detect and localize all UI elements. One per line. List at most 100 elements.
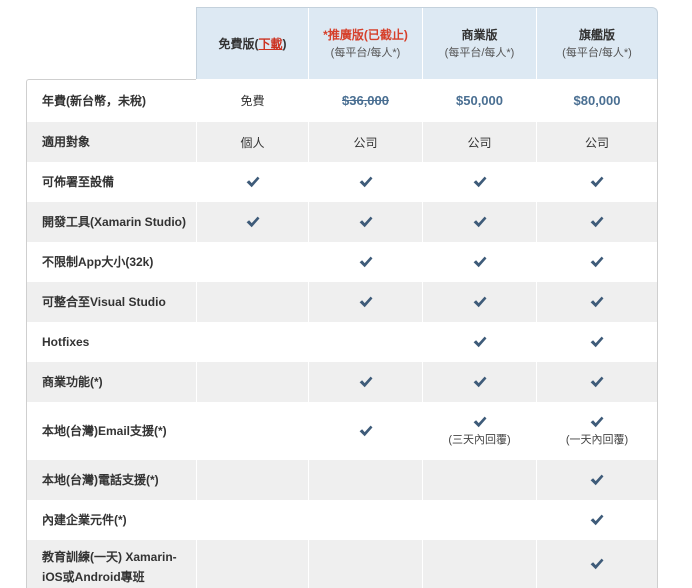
feature-row: 開發工具(Xamarin Studio): [26, 202, 658, 242]
feature-label-cell: 可整合至Visual Studio: [26, 282, 196, 322]
plan-cell-free: [196, 500, 308, 540]
response-note: (一天內回覆): [565, 433, 629, 446]
feature-label: 適用對象: [42, 135, 91, 149]
check-icon: [473, 416, 486, 427]
plan-cell-enterprise: [536, 322, 658, 362]
plan-cell-free: [196, 540, 308, 588]
plan-cell-business: [422, 500, 536, 540]
feature-row: 可佈署至設備: [26, 162, 658, 202]
check-icon: [590, 296, 604, 308]
plan-cell-enterprise: [536, 242, 658, 282]
plan-cell-business: [422, 322, 536, 362]
plan-cell-enterprise: [536, 282, 658, 322]
check-icon: [359, 425, 372, 437]
feature-label: 可佈署至設備: [42, 175, 115, 189]
check-icon: [359, 296, 372, 308]
check-icon: [359, 376, 372, 388]
plan-title-enterprise: 旗艦版: [578, 27, 615, 42]
plan-cell-enterprise: (一天內回覆): [536, 402, 658, 460]
check-icon: [590, 474, 604, 486]
download-link[interactable]: 下載: [258, 37, 282, 51]
check-icon: [590, 558, 604, 570]
plan-cell-free: 個人: [196, 122, 308, 162]
check-icon: [473, 256, 486, 268]
plan-cell-business: [422, 162, 536, 202]
plan-title-business: 商業版: [461, 27, 498, 42]
price-value: $80,000: [573, 93, 621, 108]
check-icon: [246, 216, 259, 228]
cell-text: 免費: [240, 94, 265, 108]
plan-cell-promo: [308, 242, 422, 282]
response-note: (三天內回覆): [448, 433, 511, 446]
feature-label-cell: 開發工具(Xamarin Studio): [26, 202, 196, 242]
feature-label: Hotfixes: [42, 335, 90, 349]
cell-text: 公司: [353, 135, 378, 150]
plan-cell-free: [196, 362, 308, 402]
check-icon: [590, 514, 604, 526]
check-icon: [359, 176, 372, 188]
plan-subtitle-business: (每平台/每人*): [444, 46, 515, 59]
plan-cell-promo: [308, 460, 422, 500]
cell-text: 個人: [240, 135, 265, 150]
check-icon: [359, 256, 372, 268]
feature-label-cell: 本地(台灣)電話支援(*): [26, 460, 196, 500]
plan-cell-promo: [308, 500, 422, 540]
feature-label-cell: 可佈署至設備: [26, 162, 196, 202]
plan-cell-enterprise: $80,000: [536, 79, 658, 122]
feature-label-cell: 內建企業元件(*): [26, 500, 196, 540]
plan-cell-promo: [308, 402, 422, 460]
plan-cell-enterprise: [536, 202, 658, 242]
check-icon: [473, 176, 486, 188]
plan-cell-business: [422, 362, 536, 402]
plan-cell-promo: [308, 322, 422, 362]
price-struck: $36,000: [342, 93, 389, 108]
feature-row: 年費(新台幣，未稅) 免費 $36,000 $50,000 $80,000: [26, 79, 658, 122]
plan-cell-enterprise: [536, 362, 658, 402]
plan-cell-promo: [308, 282, 422, 322]
plan-cell-enterprise: [536, 540, 658, 588]
feature-row: Hotfixes: [26, 322, 658, 362]
plan-cell-free: [196, 242, 308, 282]
feature-row: 適用對象 個人 公司 公司 公司: [26, 122, 658, 162]
feature-row: 教育訓練(一天) Xamarin-iOS或Android專班: [26, 540, 658, 588]
plan-cell-business: [422, 202, 536, 242]
plan-subtitle-promo: (每平台/每人*): [330, 46, 401, 59]
check-icon: [473, 376, 486, 388]
plan-cell-free: [196, 162, 308, 202]
feature-label: 商業功能(*): [42, 375, 103, 389]
feature-label-cell: 年費(新台幣，未稅): [26, 79, 196, 122]
feature-row: 可整合至Visual Studio: [26, 282, 658, 322]
plan-cell-promo: [308, 202, 422, 242]
plan-cell-enterprise: [536, 162, 658, 202]
plan-cell-promo: [308, 540, 422, 588]
plan-title-free-close: ): [282, 36, 287, 51]
feature-table: 年費(新台幣，未稅) 免費 $36,000 $50,000 $80,000 適用對象 個人 公…: [26, 79, 658, 588]
feature-label: 教育訓練(一天) Xamarin-iOS或Android專班: [42, 550, 177, 584]
plan-title-free: 免費版(下載): [218, 36, 286, 52]
check-icon: [590, 376, 604, 388]
plan-header-enterprise: 旗艦版 (每平台/每人*): [536, 8, 657, 79]
check-icon: [590, 416, 604, 427]
check-icon: [590, 256, 604, 268]
feature-label-cell: 適用對象: [26, 122, 196, 162]
plan-header-business: 商業版 (每平台/每人*): [422, 8, 536, 79]
plan-cell-free: [196, 402, 308, 460]
plan-cell-business: $50,000: [422, 79, 536, 122]
plan-header-promo: *推廣版(已截止) (每平台/每人*): [308, 8, 422, 79]
check-icon: [590, 336, 604, 348]
cell-text: 公司: [584, 135, 609, 150]
plan-cell-business: [422, 460, 536, 500]
plan-cell-free: [196, 322, 308, 362]
plan-header-free: 免費版(下載): [197, 8, 308, 79]
plan-cell-free: [196, 460, 308, 500]
feature-label-cell: 商業功能(*): [26, 362, 196, 402]
check-icon: [590, 216, 604, 228]
plan-cell-promo: [308, 362, 422, 402]
plan-cell-enterprise: 公司: [536, 122, 658, 162]
plan-cell-promo: 公司: [308, 122, 422, 162]
feature-row: 內建企業元件(*): [26, 500, 658, 540]
feature-label: 本地(台灣)電話支援(*): [42, 473, 159, 487]
plan-cell-business: (三天內回覆): [422, 402, 536, 460]
feature-label-cell: 不限制App大小(32k): [26, 242, 196, 282]
plan-title-promo: *推廣版(已截止): [323, 27, 408, 42]
